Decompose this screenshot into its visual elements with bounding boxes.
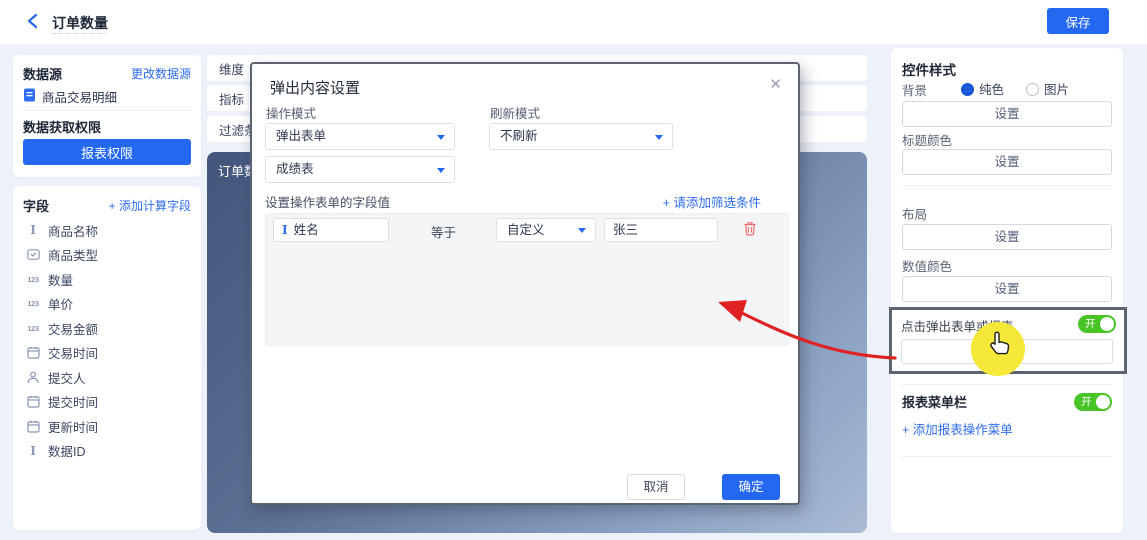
- operation-mode-select[interactable]: 弹出表单: [265, 123, 455, 150]
- radio-selected-icon: [961, 83, 974, 96]
- text-icon: I: [25, 444, 41, 458]
- chevron-down-icon: [655, 135, 663, 140]
- hand-cursor-icon: [987, 330, 1013, 358]
- cancel-button[interactable]: 取消: [627, 474, 685, 500]
- document-icon: [23, 88, 36, 105]
- add-calc-field-link[interactable]: + 添加计算字段: [109, 197, 191, 214]
- page-title: 订单数量: [52, 13, 108, 33]
- popup-binding-toggle[interactable]: 开: [1078, 315, 1116, 333]
- person-icon: [25, 371, 41, 384]
- fields-title: 字段: [23, 196, 49, 215]
- operation-target-select[interactable]: 成绩表: [265, 156, 455, 183]
- value-color-setting-button[interactable]: 设置: [902, 276, 1112, 302]
- text-icon: I: [25, 223, 41, 237]
- text-icon: I: [282, 223, 288, 237]
- chevron-down-icon: [437, 168, 445, 173]
- background-setting-button[interactable]: 设置: [902, 101, 1112, 127]
- control-style-card: 控件样式 背景 纯色 图片 设置 标题颜色 设置 布局 设置 数值颜色 设置: [891, 48, 1123, 533]
- number-icon: 123: [25, 324, 41, 333]
- field-values-panel: I姓名 等于 自定义 张三: [265, 213, 789, 346]
- value-input[interactable]: 张三: [604, 218, 718, 242]
- add-report-menu-link[interactable]: + 添加报表操作菜单: [902, 419, 1013, 438]
- chevron-down-icon: [437, 135, 445, 140]
- report-menu-label: 报表菜单栏: [902, 392, 967, 411]
- fields-card: 字段 + 添加计算字段 I 商品名称 商品类型 123 数量 123 单价: [13, 186, 201, 530]
- value-type-select[interactable]: 自定义: [496, 218, 596, 242]
- chevron-down-icon: [578, 228, 586, 233]
- divider: [902, 185, 1112, 186]
- field-row[interactable]: 提交人: [25, 365, 195, 390]
- back-icon[interactable]: [26, 13, 40, 29]
- select-icon: [25, 248, 41, 261]
- toggle-knob: [1100, 317, 1114, 331]
- toggle-knob: [1096, 395, 1110, 409]
- report-designer-page: 订单数量 保存 数据源 更改数据源 商品交易明细 数据获取权限 报表权限 字段 …: [0, 0, 1147, 540]
- save-button[interactable]: 保存: [1047, 8, 1109, 34]
- layout-label: 布局: [902, 204, 927, 223]
- control-style-title: 控件样式: [902, 59, 956, 79]
- refresh-mode-select[interactable]: 不刷新: [489, 123, 673, 150]
- datasource-title: 数据源: [23, 64, 62, 83]
- field-row[interactable]: I 商品名称: [25, 218, 195, 243]
- change-datasource-link[interactable]: 更改数据源: [131, 65, 191, 82]
- report-menu-toggle[interactable]: 开: [1074, 393, 1112, 411]
- number-icon: 123: [25, 299, 41, 308]
- field-row[interactable]: 交易时间: [25, 341, 195, 366]
- datasource-card: 数据源 更改数据源 商品交易明细 数据获取权限 报表权限: [13, 55, 201, 177]
- background-radio-group: 纯色 图片: [961, 79, 1069, 98]
- field-row[interactable]: 123 数量: [25, 267, 195, 292]
- field-name-input[interactable]: I姓名: [273, 218, 389, 242]
- divider: [902, 384, 1112, 385]
- modal-title: 弹出内容设置: [270, 77, 360, 98]
- field-row[interactable]: I 数据ID: [25, 439, 195, 464]
- divider: [23, 110, 191, 111]
- topbar: 订单数量 保存: [0, 0, 1147, 44]
- title-color-setting-button[interactable]: 设置: [902, 149, 1112, 175]
- field-row[interactable]: 提交时间: [25, 390, 195, 415]
- datasource-item[interactable]: 商品交易明细: [23, 87, 117, 106]
- add-filter-condition-link[interactable]: + 请添加筛选条件: [663, 192, 761, 211]
- number-icon: 123: [25, 275, 41, 284]
- calendar-icon: [25, 420, 41, 433]
- field-row[interactable]: 商品类型: [25, 243, 195, 268]
- field-row[interactable]: 123 交易金额: [25, 316, 195, 341]
- radio-solid-color[interactable]: 纯色: [961, 79, 1004, 98]
- permission-title: 数据获取权限: [23, 117, 101, 136]
- field-list: I 商品名称 商品类型 123 数量 123 单价 123 交易金额: [25, 218, 195, 463]
- confirm-button[interactable]: 确定: [722, 474, 780, 500]
- title-color-label: 标题颜色: [902, 130, 952, 149]
- refresh-mode-label: 刷新模式: [490, 103, 540, 122]
- report-permission-button[interactable]: 报表权限: [23, 139, 191, 165]
- field-row[interactable]: 更新时间: [25, 414, 195, 439]
- radio-image[interactable]: 图片: [1026, 79, 1069, 98]
- field-row[interactable]: 123 单价: [25, 292, 195, 317]
- close-icon[interactable]: ✕: [769, 75, 782, 93]
- divider: [902, 456, 1112, 457]
- radio-unselected-icon: [1026, 83, 1039, 96]
- popup-content-settings-modal: 弹出内容设置 ✕ 操作模式 弹出表单 成绩表 刷新模式 不刷新 设置操作表单的字…: [250, 62, 800, 505]
- title-underline: [52, 33, 106, 34]
- field-values-label: 设置操作表单的字段值: [265, 192, 390, 211]
- delete-icon[interactable]: [743, 221, 757, 241]
- value-color-label: 数值颜色: [902, 256, 952, 275]
- operation-mode-label: 操作模式: [266, 103, 316, 122]
- calendar-icon: [25, 346, 41, 359]
- operator-label: 等于: [431, 222, 456, 241]
- calendar-icon: [25, 395, 41, 408]
- background-label: 背景: [902, 80, 927, 99]
- layout-setting-button[interactable]: 设置: [902, 224, 1112, 250]
